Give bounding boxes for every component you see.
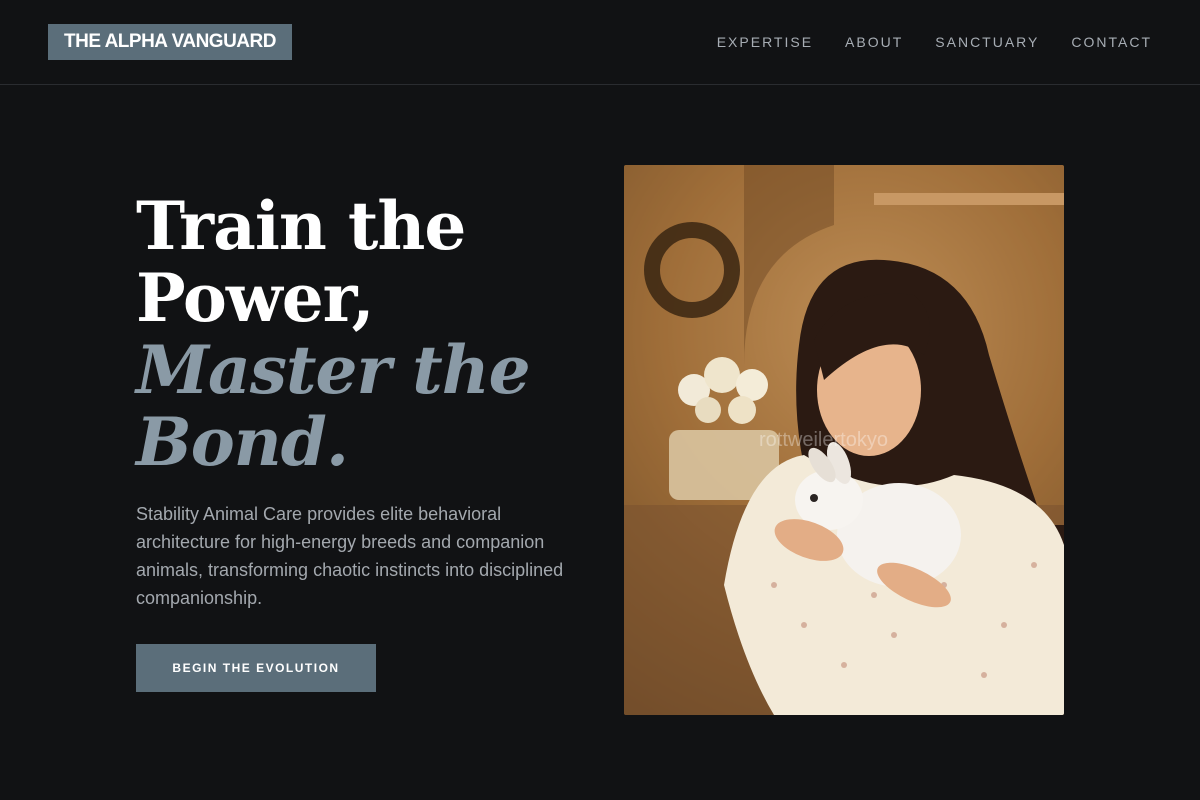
headline-accent-line-2: Bond. [136,403,349,481]
main-nav: EXPERTISE ABOUT SANCTUARY CONTACT [717,32,1152,52]
headline-accent-line-1: Master the [136,331,531,409]
hero-headline: Train the Power, Master the Bond. [136,190,576,478]
nav-link-sanctuary[interactable]: SANCTUARY [935,32,1039,52]
nav-link-about[interactable]: ABOUT [845,32,903,52]
nav-link-expertise[interactable]: EXPERTISE [717,32,813,52]
hero-description: Stability Animal Care provides elite beh… [136,504,564,608]
hero-photo: rottweilertokyo [624,165,1064,715]
headline-line-2: Power, [136,259,375,337]
site-logo[interactable]: THE ALPHA VANGUARD [48,24,292,60]
nav-link-contact[interactable]: CONTACT [1071,32,1152,52]
headline-line-1: Train the [136,187,466,265]
begin-evolution-button[interactable]: BEGIN THE EVOLUTION [136,644,376,692]
photo-watermark: rottweilertokyo [759,429,888,451]
site-header: THE ALPHA VANGUARD EXPERTISE ABOUT SANCT… [0,0,1200,85]
